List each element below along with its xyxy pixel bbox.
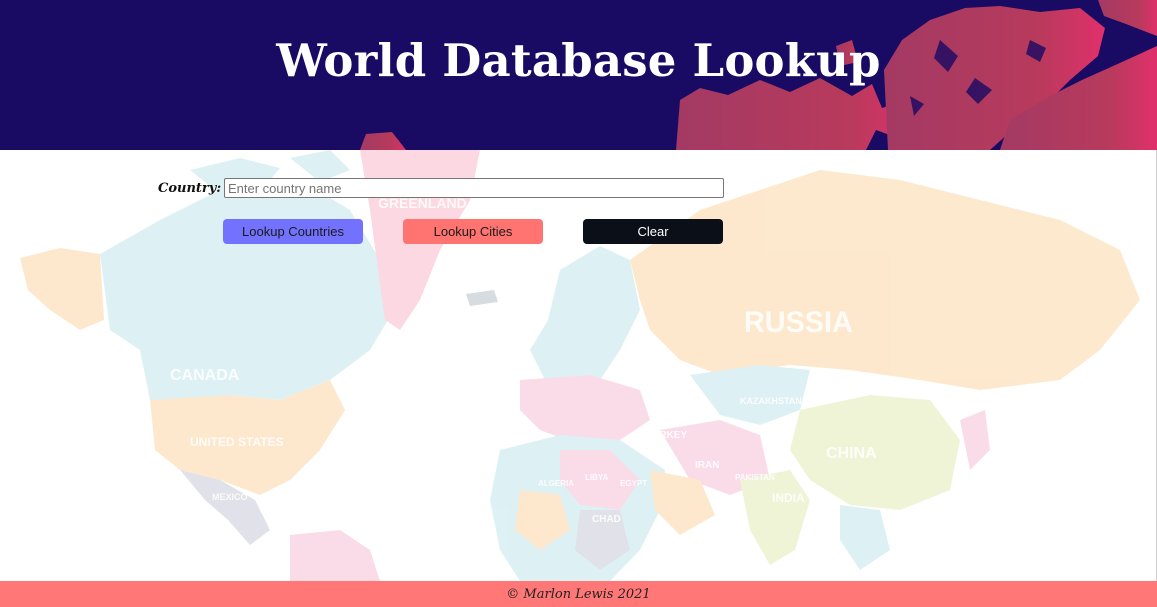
map-label-egypt: EGYPT [620,479,647,488]
map-label-algeria: ALGERIA [538,479,574,488]
page-title: World Database Lookup [276,34,881,87]
map-label-chad: CHAD [592,514,621,525]
lookup-countries-button[interactable]: Lookup Countries [223,219,363,244]
copyright-text: © Marlon Lewis 2021 [506,587,651,602]
map-label-india: INDIA [772,491,805,505]
map-label-china: CHINA [826,445,877,462]
map-label-kazakhstan: KAZAKHSTAN [740,396,802,406]
map-label-united-states: UNITED STATES [190,435,284,449]
map-label-iran: IRAN [695,460,719,471]
country-label: Country: [158,181,222,196]
clear-button[interactable]: Clear [583,219,723,244]
map-label-russia: RUSSIA [744,305,853,339]
page-header: World Database Lookup [0,0,1157,150]
main-content: GREENLAND RUSSIA CANADA KAZAKHSTAN UNITE… [0,150,1157,581]
map-label-mexico: MEXICO [212,492,248,502]
map-label-pakistan: PAKISTAN [735,473,775,482]
page-footer: © Marlon Lewis 2021 [0,581,1157,607]
map-label-canada: CANADA [170,367,240,384]
country-input[interactable] [224,178,724,198]
map-label-turkey: TURKEY [646,430,687,441]
lookup-cities-button[interactable]: Lookup Cities [403,219,543,244]
world-map-background-icon: GREENLAND RUSSIA CANADA KAZAKHSTAN UNITE… [20,150,1140,581]
map-label-libya: LIBYA [585,473,608,482]
